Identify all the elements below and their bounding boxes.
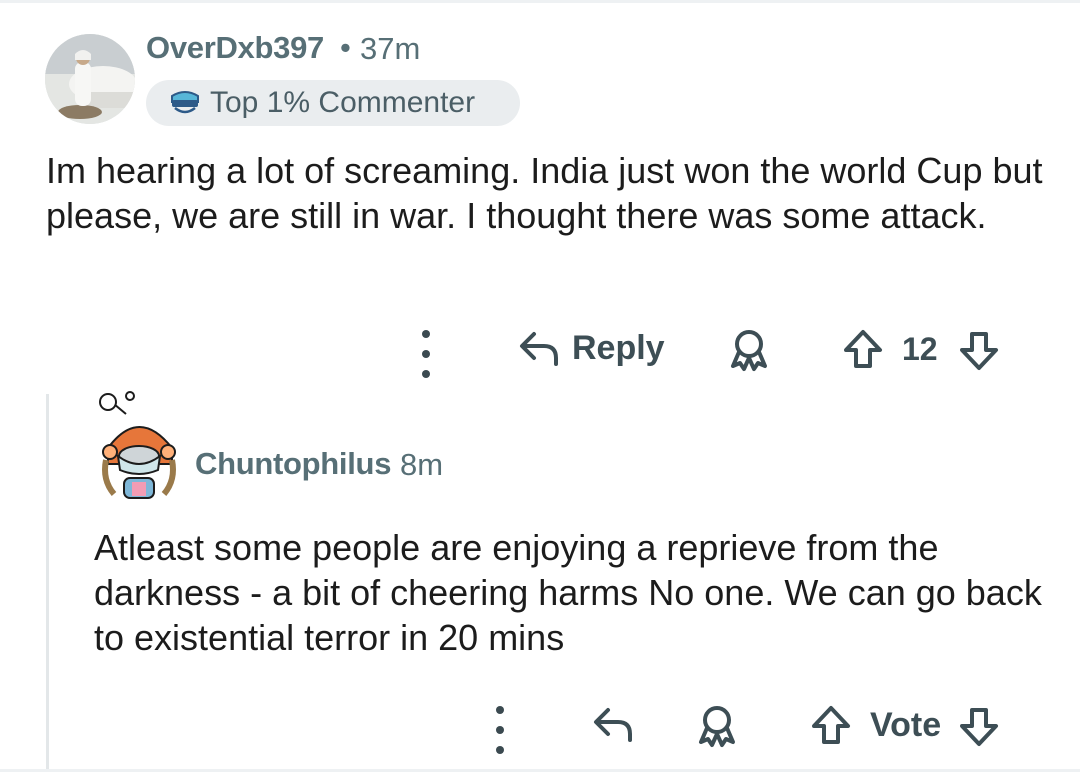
snoo-avatar-icon (98, 391, 180, 502)
comment-body: Im hearing a lot of screaming. India jus… (46, 150, 1043, 236)
upvote-arrow-icon (812, 706, 850, 744)
comment-timestamp: 8m (400, 447, 444, 482)
vote-count: 12 (902, 331, 938, 367)
award-button[interactable] (727, 328, 771, 377)
comment-timestamp: 37m (360, 31, 421, 66)
comment-body: Atleast some people are enjoying a repri… (94, 527, 1042, 658)
user-flair: Top 1% Commenter (146, 80, 520, 126)
award-icon (699, 706, 735, 747)
upvote-button[interactable] (810, 704, 852, 751)
user-avatar[interactable] (96, 390, 182, 502)
reply-button[interactable] (592, 704, 636, 744)
top-divider (0, 0, 1080, 3)
reply-button[interactable]: Reply (518, 328, 665, 368)
downvote-button[interactable] (958, 330, 1000, 377)
vote-label: Vote (870, 706, 942, 744)
downvote-arrow-icon (960, 332, 998, 370)
more-options-button[interactable] (416, 330, 436, 378)
user-avatar[interactable] (45, 34, 135, 124)
award-icon (731, 330, 767, 371)
meta-separator: • (340, 30, 351, 65)
reply-arrow-icon (594, 708, 632, 742)
upvote-button[interactable] (842, 328, 884, 375)
comment-author[interactable]: Chuntophilus (195, 446, 391, 482)
comment-author[interactable]: OverDxb397 (146, 30, 324, 66)
reply-arrow-icon (520, 332, 558, 366)
award-button[interactable] (695, 704, 739, 753)
thread-line[interactable] (46, 394, 49, 769)
downvote-button[interactable] (958, 706, 1000, 753)
avatar-photo-icon (45, 34, 135, 124)
reply-label: Reply (572, 328, 665, 367)
downvote-arrow-icon (960, 708, 998, 746)
upvote-arrow-icon (844, 330, 882, 368)
sunglasses-icon (168, 86, 202, 120)
flair-text: Top 1% Commenter (210, 86, 476, 119)
more-options-button[interactable] (490, 706, 510, 754)
